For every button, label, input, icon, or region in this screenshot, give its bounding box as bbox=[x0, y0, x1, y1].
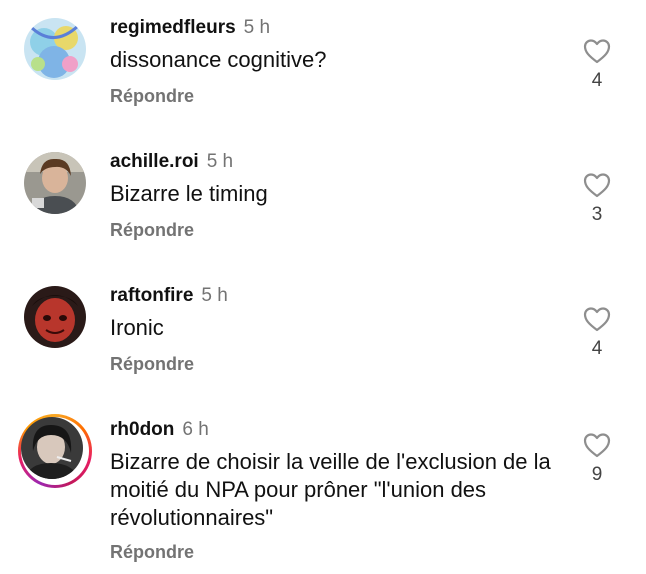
heart-outline-icon bbox=[583, 433, 611, 458]
like-count: 9 bbox=[591, 464, 603, 485]
like-button[interactable]: 4 bbox=[582, 38, 612, 92]
username[interactable]: rh0don bbox=[110, 419, 174, 440]
heart-outline-icon bbox=[583, 307, 611, 332]
heart-outline-icon bbox=[583, 173, 611, 198]
like-count: 4 bbox=[591, 70, 603, 91]
timestamp: 5 h bbox=[206, 151, 234, 172]
comment-text: Bizarre le timing bbox=[110, 181, 268, 206]
comment-meta: regimedfleurs 5 h bbox=[110, 16, 270, 40]
username[interactable]: raftonfire bbox=[110, 285, 193, 306]
reply-button[interactable]: Répondre bbox=[110, 220, 194, 241]
comment-text: dissonance cognitive? bbox=[110, 47, 327, 72]
reply-button[interactable]: Répondre bbox=[110, 542, 194, 563]
avatar[interactable] bbox=[24, 286, 86, 348]
comment-meta: achille.roi 5 h bbox=[110, 150, 233, 174]
avatar[interactable] bbox=[24, 18, 86, 80]
timestamp: 6 h bbox=[182, 419, 209, 440]
comment-text: Bizarre de choisir la veille de l'exclus… bbox=[110, 449, 551, 530]
like-button[interactable]: 3 bbox=[582, 172, 612, 226]
comment-meta: rh0don 6 h bbox=[110, 418, 209, 442]
like-button[interactable]: 9 bbox=[582, 432, 612, 486]
timestamp: 5 h bbox=[243, 17, 271, 38]
reply-button[interactable]: Répondre bbox=[110, 86, 194, 107]
reply-button[interactable]: Répondre bbox=[110, 354, 194, 375]
like-count: 4 bbox=[591, 338, 603, 359]
comment-meta: raftonfire 5 h bbox=[110, 284, 228, 308]
username[interactable]: achille.roi bbox=[110, 151, 199, 172]
timestamp: 5 h bbox=[201, 285, 228, 306]
heart-outline-icon bbox=[583, 39, 611, 64]
story-ring[interactable] bbox=[18, 414, 92, 488]
like-button[interactable]: 4 bbox=[582, 306, 612, 360]
avatar[interactable] bbox=[24, 152, 86, 214]
avatar[interactable] bbox=[21, 417, 83, 479]
username[interactable]: regimedfleurs bbox=[110, 17, 236, 38]
like-count: 3 bbox=[591, 204, 603, 225]
comment-text: Ironic bbox=[110, 315, 164, 340]
